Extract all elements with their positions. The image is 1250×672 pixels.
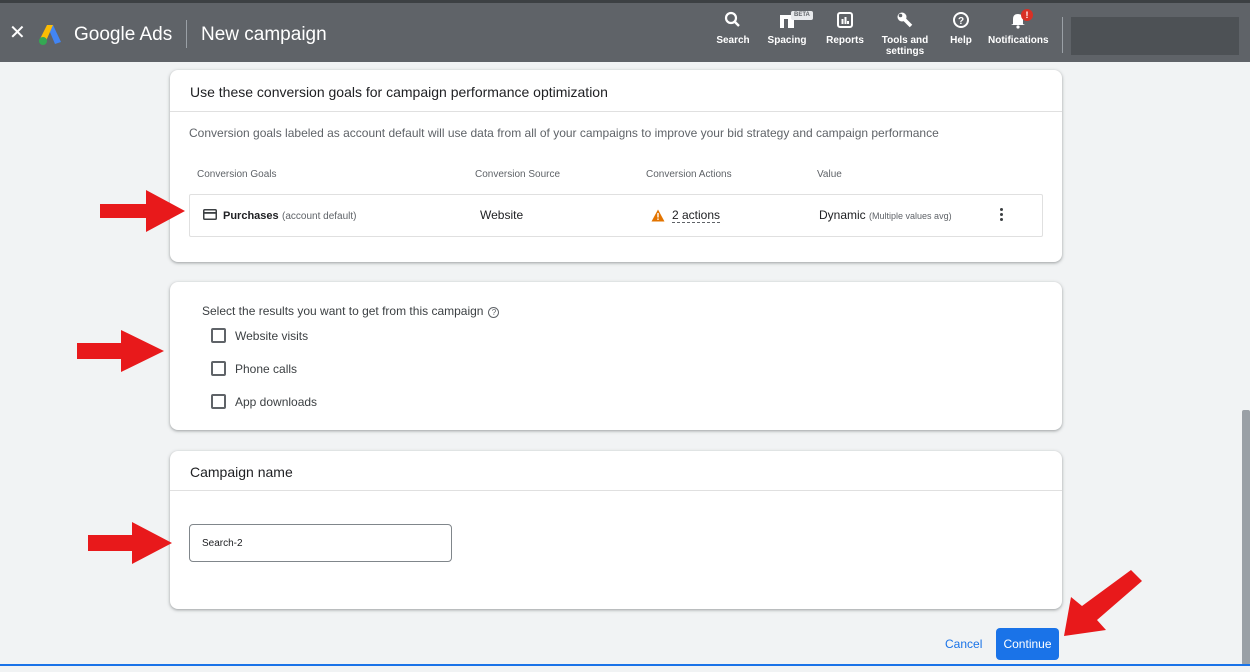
goal-value: Dynamic xyxy=(819,208,866,222)
cancel-button[interactable]: Cancel xyxy=(945,637,982,651)
google-ads-logo xyxy=(39,25,61,45)
credit-card-icon xyxy=(203,209,217,220)
page-scrollbar[interactable] xyxy=(1242,410,1250,665)
notification-badge: ! xyxy=(1021,9,1033,21)
annotation-arrow-icon xyxy=(77,330,164,372)
warning-icon xyxy=(651,209,665,222)
search-button[interactable]: Search xyxy=(703,11,763,46)
reports-button[interactable]: Reports xyxy=(815,11,875,46)
title-divider xyxy=(186,20,187,48)
reports-icon xyxy=(815,11,875,31)
tools-label: Tools and settings xyxy=(881,35,929,57)
website-visits-label: Website visits xyxy=(235,329,309,343)
table-row: Purchases (account default) Website 2 ac… xyxy=(189,194,1043,237)
conversion-goals-title: Use these conversion goals for campaign … xyxy=(170,70,1062,112)
toolbar-divider xyxy=(1062,17,1063,53)
campaign-results-card: Select the results you want to get from … xyxy=(170,282,1062,430)
more-options-icon[interactable] xyxy=(996,208,1006,223)
campaign-name-title: Campaign name xyxy=(170,451,1062,491)
search-label: Search xyxy=(716,35,750,46)
svg-text:?: ? xyxy=(958,16,964,27)
help-label: Help xyxy=(950,35,972,46)
annotation-arrow-icon xyxy=(1064,570,1142,636)
bell-icon: ! xyxy=(988,9,1048,31)
notifications-button[interactable]: ! Notifications xyxy=(988,9,1049,46)
goal-source: Website xyxy=(480,208,524,222)
column-header-value: Value xyxy=(817,169,842,180)
tools-and-settings-button[interactable]: Tools and settings xyxy=(875,11,935,57)
phone-calls-label: Phone calls xyxy=(235,362,298,376)
page-title: New campaign xyxy=(201,24,327,45)
close-icon[interactable]: ✕ xyxy=(9,23,26,43)
column-header-source: Conversion Source xyxy=(475,169,561,180)
results-question: Select the results you want to get from … xyxy=(202,304,500,318)
column-header-actions: Conversion Actions xyxy=(646,169,732,180)
campaign-name-card: Campaign name Search-2 xyxy=(170,451,1062,609)
wrench-icon xyxy=(875,11,935,31)
app-downloads-checkbox[interactable] xyxy=(211,394,226,409)
spacing-label: Spacing xyxy=(767,35,807,46)
goal-value-note: (Multiple values avg) xyxy=(869,211,952,221)
help-icon: ? xyxy=(931,11,991,31)
campaign-name-input[interactable]: Search-2 xyxy=(189,524,452,562)
annotation-arrow-icon xyxy=(100,190,185,232)
column-header-goals: Conversion Goals xyxy=(197,169,277,180)
goal-name: Purchases xyxy=(223,210,279,222)
bottom-divider xyxy=(0,664,1250,666)
notifications-label: Notifications xyxy=(988,35,1049,46)
website-visits-checkbox[interactable] xyxy=(211,328,226,343)
reports-label: Reports xyxy=(826,35,864,46)
goal-note: (account default) xyxy=(282,211,357,222)
results-question-text: Select the results you want to get from … xyxy=(202,304,484,318)
spacing-icon: BETA xyxy=(757,11,817,31)
conversion-goals-description: Conversion goals labeled as account defa… xyxy=(189,126,939,140)
phone-calls-checkbox[interactable] xyxy=(211,361,226,376)
app-downloads-label: App downloads xyxy=(235,395,318,409)
help-button[interactable]: ? Help xyxy=(931,11,991,46)
annotation-arrow-icon xyxy=(88,522,172,564)
question-mark-icon[interactable]: ? xyxy=(488,307,500,318)
account-selector[interactable] xyxy=(1071,17,1239,55)
spacing-button[interactable]: BETA Spacing xyxy=(757,11,817,46)
beta-badge: BETA xyxy=(791,11,813,20)
conversion-goals-card: Use these conversion goals for campaign … xyxy=(170,70,1062,262)
continue-button[interactable]: Continue xyxy=(996,628,1059,660)
search-icon xyxy=(703,11,763,31)
conversion-actions-link[interactable]: 2 actions xyxy=(672,208,721,223)
app-brand: Google Ads xyxy=(74,24,173,45)
top-app-bar: ✕ Google Ads New campaign Search BETA Sp… xyxy=(0,0,1250,62)
